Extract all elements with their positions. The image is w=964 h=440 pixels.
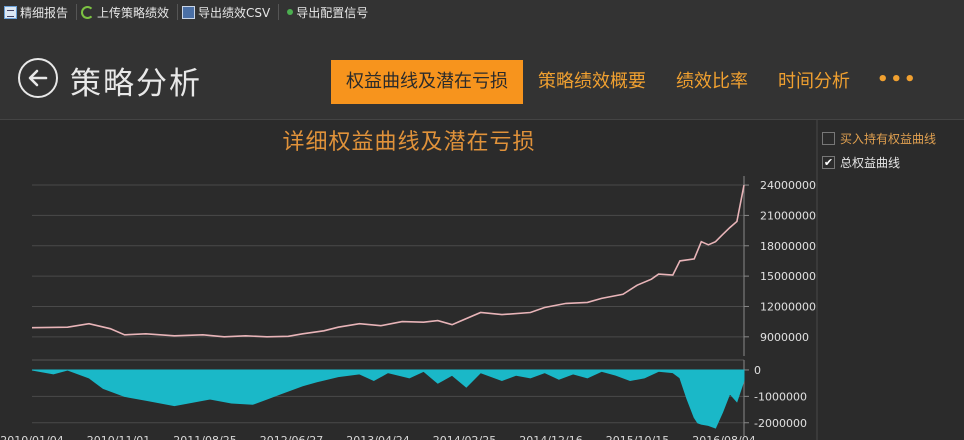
equity-plot-background: [32, 176, 744, 356]
x-tick-label: 2010/11/01: [87, 434, 150, 440]
report-icon: [4, 5, 17, 19]
legend-panel: 买入持有权益曲线 ✔ 总权益曲线: [818, 120, 964, 440]
tab-bar: 权益曲线及潜在亏损 策略绩效概要 绩效比率 时间分析 •••: [331, 60, 930, 104]
upload-label: 上传策略绩效: [97, 5, 170, 20]
tab-time-analysis[interactable]: 时间分析: [763, 60, 865, 104]
report-label: 精细报告: [20, 5, 69, 20]
x-tick-label: 2012/06/27: [260, 434, 323, 440]
header: 策略分析 权益曲线及潜在亏损 策略绩效概要 绩效比率 时间分析 •••: [0, 24, 964, 120]
equity-y-tick-label: 21000000: [760, 209, 816, 222]
buy-hold-checkbox[interactable]: [822, 131, 835, 145]
drawdown-y-tick-label: -2000000: [754, 417, 807, 430]
x-tick-label: 2016/08/04: [692, 434, 755, 440]
export-csv-button[interactable]: 导出绩效CSV: [178, 1, 278, 23]
tab-performance-summary[interactable]: 策略绩效概要: [523, 60, 661, 104]
back-arrow-icon: [28, 69, 48, 87]
page-title: 策略分析: [70, 66, 202, 102]
x-tick-label: 2011/08/25: [173, 434, 236, 440]
checkmark-icon: ✔: [823, 155, 834, 169]
equity-y-tick-label: 15000000: [760, 270, 816, 283]
x-tick-label: 2013/04/24: [346, 434, 409, 440]
export-signal-button[interactable]: 导出配置信号: [279, 1, 376, 23]
drawdown-area: [31, 369, 745, 429]
tab-equity-drawdown[interactable]: 权益曲线及潜在亏损: [331, 60, 523, 104]
x-tick-label: 2015/10/15: [606, 434, 669, 440]
save-icon: [182, 5, 196, 19]
equity-drawdown-chart: 9000000 12000000 15000000 18000000 21000000 2…: [0, 176, 816, 440]
export-csv-label: 导出绩效CSV: [198, 5, 271, 20]
export-signal-label: 导出配置信号: [296, 5, 369, 20]
buy-hold-label: 买入持有权益曲线: [840, 131, 937, 146]
tab-performance-ratios[interactable]: 绩效比率: [661, 60, 763, 104]
equity-y-tick-label: 12000000: [760, 300, 816, 313]
legend-total-equity[interactable]: ✔ 总权益曲线: [818, 150, 964, 174]
toolbar: 精细报告 上传策略绩效 导出绩效CSV 导出配置信号: [0, 0, 964, 24]
chart-area: 详细权益曲线及潜在亏损 9000000 12000000 15000000 18000…: [0, 120, 818, 440]
equity-y-tick-label: 18000000: [760, 240, 816, 253]
legend-buy-hold[interactable]: 买入持有权益曲线: [818, 126, 964, 150]
upload-performance-button[interactable]: 上传策略绩效: [77, 1, 177, 23]
upload-icon: [81, 5, 95, 19]
signal-icon: [287, 9, 294, 15]
drawdown-y-tick-label: 0: [754, 364, 761, 377]
x-tick-label: 2014/12/16: [519, 434, 582, 440]
back-button[interactable]: [18, 58, 58, 98]
drawdown-y-tick-label: -1000000: [754, 390, 807, 403]
equity-y-tick-label: 24000000: [760, 179, 816, 192]
more-tabs-button[interactable]: •••: [865, 60, 930, 104]
report-button[interactable]: 精细报告: [0, 1, 76, 23]
x-tick-label: 2014/02/25: [433, 434, 496, 440]
x-tick-label: 2010/01/04: [0, 434, 63, 440]
total-equity-label: 总权益曲线: [840, 155, 901, 170]
total-equity-checkbox[interactable]: ✔: [822, 155, 835, 169]
equity-y-tick-label: 9000000: [760, 331, 809, 344]
